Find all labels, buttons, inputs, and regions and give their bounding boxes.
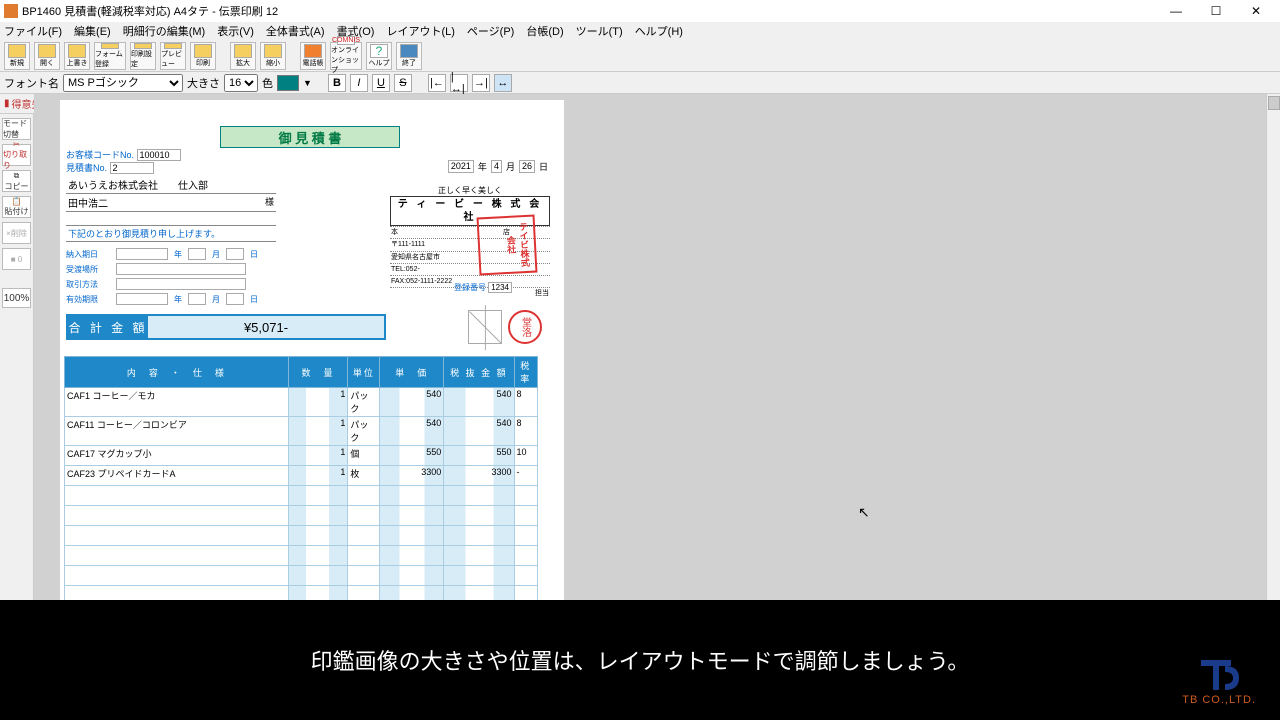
document-area: 御 見 積 書 お客様コードNo. 100010 見積書No. 2 2021年 … [34,94,1278,600]
menu-ledger[interactable]: 台帳(D) [526,23,563,39]
mouse-cursor-icon: ↖ [858,504,870,521]
size-select[interactable]: 16 [224,74,258,92]
phonebook-button[interactable]: 電話帳 [300,42,326,70]
total-value[interactable]: ¥5,071- [148,316,384,338]
underline-button[interactable]: U [372,74,390,92]
app-icon [4,4,18,18]
quote-number[interactable]: 2 [110,162,154,174]
preview-button[interactable]: プレビュー [160,42,186,70]
main-toolbar: 新規 開く 上書き フォーム登録 印刷設定 プレビュー 印刷 拡大 縮小 電話帳… [0,40,1280,72]
table-row[interactable]: CAF23 プリペイドカードA1枚33003300- [65,466,538,486]
help-button[interactable]: ?ヘルプ [366,42,392,70]
customer-code-block: お客様コードNo. 100010 見積書No. 2 [66,148,181,174]
total-amount: 合 計 金 額 ¥5,071- [66,314,386,340]
online-shop-button[interactable]: COMNISオンラインショップ [330,42,362,70]
copy-button[interactable]: ⧉コピー [2,170,31,192]
zoom-level[interactable]: 100% [2,288,31,308]
table-row[interactable]: CAF1 コーヒー／モカ1パック5405408 [65,388,538,417]
paste-button[interactable]: 📋貼付け [2,196,31,218]
window-title: BP1460 見積書(軽減税率対応) A4タテ - 伝票印刷 12 [22,3,1156,19]
customer-code[interactable]: 100010 [137,149,181,161]
table-row[interactable] [65,586,538,601]
registration-number: 登録番号 1234 [454,282,512,293]
customer-dept[interactable]: 仕入部 [178,177,208,192]
customer-person[interactable]: 田中浩二 [68,195,108,210]
form-register-button[interactable]: フォーム登録 [94,42,126,70]
zoom-out-button[interactable]: 縮小 [260,42,286,70]
menu-bar: ファイル(F) 編集(E) 明細行の編集(M) 表示(V) 全体書式(A) 書式… [0,22,1280,40]
delivery-block: 納入期日年月日 受渡場所 取引方法 有効期限年月日 [66,248,258,308]
customer-name[interactable]: あいうえお株式会社 [68,177,158,192]
side-toolbar: モード切替 ✂切り取り ⧉コピー 📋貼付け ×削除 ■ 0 100% [0,114,34,600]
menu-format-all[interactable]: 全体書式(A) [266,23,325,39]
open-button[interactable]: 開く [34,42,60,70]
maximize-button[interactable]: ☐ [1196,0,1236,22]
font-select[interactable]: MS Pゴシック [63,74,183,92]
table-row[interactable] [65,566,538,586]
align-left-button[interactable]: |← [428,74,446,92]
exit-button[interactable]: 終了 [396,42,422,70]
strike-button[interactable]: S [394,74,412,92]
subtitle-bar: 印鑑画像の大きさや位置は、レイアウトモードで調節しましょう。 TB CO.,LT… [0,600,1280,720]
company-stamp[interactable]: テイビ株式会社 [477,215,538,276]
cut-button[interactable]: ✂切り取り [2,144,31,166]
zoom-in-button[interactable]: 拡大 [230,42,256,70]
greeting-text: 下記のとおり御見積り申し上げます。 [66,226,276,242]
seal-round[interactable]: 堂洛 [508,310,542,344]
date-day[interactable]: 26 [519,160,535,173]
font-label: フォント名 [4,75,59,91]
align-center-button[interactable]: |↔| [450,74,468,92]
vertical-scrollbar[interactable] [1266,94,1280,600]
subtitle-text: 印鑑画像の大きさや位置は、レイアウトモードで調節しましょう。 [311,644,970,676]
table-row[interactable] [65,546,538,566]
format-toolbar: フォント名 MS Pゴシック 大きさ 16 色 ▼ B I U S |← |↔|… [0,72,1280,94]
menu-help[interactable]: ヘルプ(H) [635,23,683,39]
menu-layout[interactable]: レイアウト(L) [386,23,454,39]
color-swatch[interactable] [277,75,299,91]
menu-file[interactable]: ファイル(F) [4,23,62,39]
calc-button[interactable]: ■ 0 [2,248,31,270]
print-settings-button[interactable]: 印刷設定 [130,42,156,70]
print-button[interactable]: 印刷 [190,42,216,70]
approval-seals: 堂洛 [468,310,542,344]
table-row[interactable]: CAF17 マグカップ小1個55055010 [65,446,538,466]
new-button[interactable]: 新規 [4,42,30,70]
save-button[interactable]: 上書き [64,42,90,70]
delete-button[interactable]: ×削除 [2,222,31,244]
close-button[interactable]: ✕ [1236,0,1276,22]
menu-page[interactable]: ページ(P) [467,23,514,39]
table-row[interactable]: CAF11 コーヒー／コロンビア1パック5405408 [65,417,538,446]
align-justify-button[interactable]: ↔ [494,74,512,92]
minimize-button[interactable]: — [1156,0,1196,22]
line-items-table: 内 容 ・ 仕 様 数 量 単位 単 価 税 抜 金 額 税率 CAF1 コーヒ… [64,356,538,600]
date-row: 2021年 4月 26日 [448,160,550,173]
italic-button[interactable]: I [350,74,368,92]
menu-view[interactable]: 表示(V) [217,23,254,39]
bold-button[interactable]: B [328,74,346,92]
table-row[interactable] [65,506,538,526]
size-label: 大きさ [187,75,220,91]
customer-block: あいうえお株式会社仕入部 田中浩二様 下記のとおり御見積り申し上げます。 [66,176,276,242]
tb-logo: TB CO.,LTD. [1182,652,1256,706]
date-month[interactable]: 4 [491,160,502,173]
table-row[interactable] [65,486,538,506]
seal-box-empty[interactable] [468,310,502,344]
doc-title: 御 見 積 書 [220,126,400,148]
title-bar: BP1460 見積書(軽減税率対応) A4タテ - 伝票印刷 12 — ☐ ✕ [0,0,1280,22]
menu-tool[interactable]: ツール(T) [576,23,623,39]
color-label: 色 [262,75,273,91]
document-page[interactable]: 御 見 積 書 お客様コードNo. 100010 見積書No. 2 2021年 … [60,100,564,600]
date-year[interactable]: 2021 [448,160,474,173]
table-row[interactable] [65,526,538,546]
align-right-button[interactable]: →| [472,74,490,92]
mode-toggle-button[interactable]: モード切替 [2,118,31,140]
menu-edit[interactable]: 編集(E) [74,23,111,39]
menu-detail[interactable]: 明細行の編集(M) [123,23,206,39]
